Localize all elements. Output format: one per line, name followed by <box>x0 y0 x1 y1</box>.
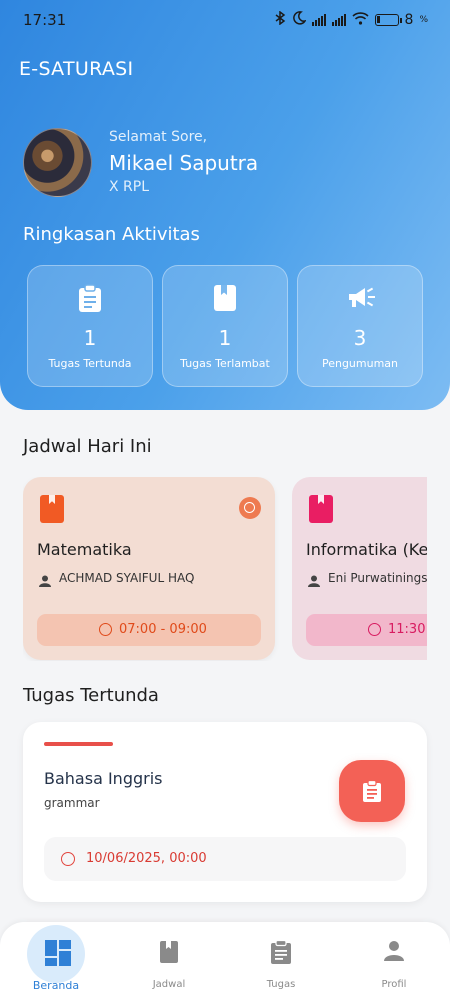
megaphone-icon <box>347 284 375 312</box>
clipboard-icon <box>269 939 293 964</box>
user-class: X RPL <box>109 179 150 195</box>
stat-card-announcements[interactable]: 3 Pengumuman <box>297 265 423 387</box>
task-due: 10/06/2025, 00:00 <box>44 837 406 881</box>
nav-item-tugas[interactable]: Tugas <box>236 922 326 1000</box>
status-icons: 8% <box>275 10 428 29</box>
wifi-icon <box>351 11 369 29</box>
task-due-date: 10/06/2025, 00:00 <box>86 851 207 866</box>
moon-icon <box>292 11 307 29</box>
person-icon <box>308 572 320 587</box>
nav-label: Jadwal <box>152 979 186 990</box>
stat-value: 3 <box>353 326 367 350</box>
task-open-button[interactable] <box>339 760 405 822</box>
schedule-subject: Matematika <box>37 540 132 559</box>
book-icon <box>309 495 333 523</box>
task-subject: Bahasa Inggris <box>44 769 163 788</box>
schedule-teacher: ACHMAD SYAIFUL HAQ <box>59 571 195 585</box>
user-name: Mikael Saputra <box>109 151 259 175</box>
schedule-time: 11:30 <box>388 622 426 637</box>
avatar[interactable] <box>23 128 92 197</box>
signal-icon <box>311 14 326 26</box>
schedule-teacher: Eni Purwatinings <box>328 571 427 585</box>
battery-percent: 8 <box>404 12 414 28</box>
status-bar: 17:31 8% <box>0 0 450 40</box>
app-title: E-SATURASI <box>19 58 134 80</box>
summary-title: Ringkasan Aktivitas <box>23 224 200 245</box>
schedule-time: 07:00 - 09:00 <box>119 622 207 637</box>
pending-title: Tugas Tertunda <box>23 685 159 706</box>
stat-value: 1 <box>83 326 97 350</box>
schedule-card[interactable]: Matematika ACHMAD SYAIFUL HAQ 07:00 - 09… <box>23 477 275 660</box>
person-icon <box>39 572 51 587</box>
clock-icon <box>61 852 75 866</box>
task-card[interactable]: Bahasa Inggris grammar 10/06/2025, 00:00 <box>23 722 427 902</box>
book-icon <box>157 940 181 964</box>
stat-label: Tugas Tertunda <box>48 357 132 370</box>
dashboard-icon <box>44 939 71 966</box>
bluetooth-icon <box>275 10 286 29</box>
stat-card-pending[interactable]: 1 Tugas Tertunda <box>27 265 153 387</box>
book-icon <box>212 284 238 312</box>
task-description: grammar <box>44 796 100 810</box>
signal-icon-2 <box>331 14 346 26</box>
clock-icon <box>368 623 381 636</box>
person-icon <box>382 940 406 964</box>
clock-icon <box>99 623 112 636</box>
stat-card-late[interactable]: 1 Tugas Terlambat <box>162 265 288 387</box>
status-time: 17:31 <box>23 11 67 29</box>
nav-item-beranda[interactable]: Beranda <box>11 922 101 1000</box>
schedule-subject: Informatika (Kela <box>306 540 427 559</box>
clipboard-icon <box>362 779 382 806</box>
schedule-carousel[interactable]: Matematika ACHMAD SYAIFUL HAQ 07:00 - 09… <box>23 477 427 661</box>
clipboard-icon <box>77 284 103 312</box>
stat-label: Tugas Terlambat <box>180 357 270 370</box>
stat-value: 1 <box>218 326 232 350</box>
nav-label: Profil <box>381 979 407 990</box>
percent-sign: % <box>419 15 428 25</box>
nav-label: Tugas <box>266 979 296 990</box>
schedule-time-bar: 07:00 - 09:00 <box>37 614 261 646</box>
task-accent-bar <box>44 742 113 746</box>
greeting: Selamat Sore, <box>109 129 208 145</box>
schedule-title: Jadwal Hari Ini <box>23 436 152 457</box>
clock-icon <box>239 497 261 519</box>
schedule-card[interactable]: Informatika (Kela Eni Purwatinings 11:30 <box>292 477 427 660</box>
nav-item-jadwal[interactable]: Jadwal <box>124 922 214 1000</box>
bottom-nav: Beranda Jadwal Tugas Profil <box>0 922 450 1000</box>
schedule-time-bar: 11:30 <box>306 614 427 646</box>
nav-item-profil[interactable]: Profil <box>349 922 439 1000</box>
battery-icon <box>374 14 402 26</box>
stat-label: Pengumuman <box>321 357 399 370</box>
book-icon <box>40 495 64 523</box>
app-bar: E-SATURASI <box>0 40 450 102</box>
nav-label: Beranda <box>32 979 80 992</box>
